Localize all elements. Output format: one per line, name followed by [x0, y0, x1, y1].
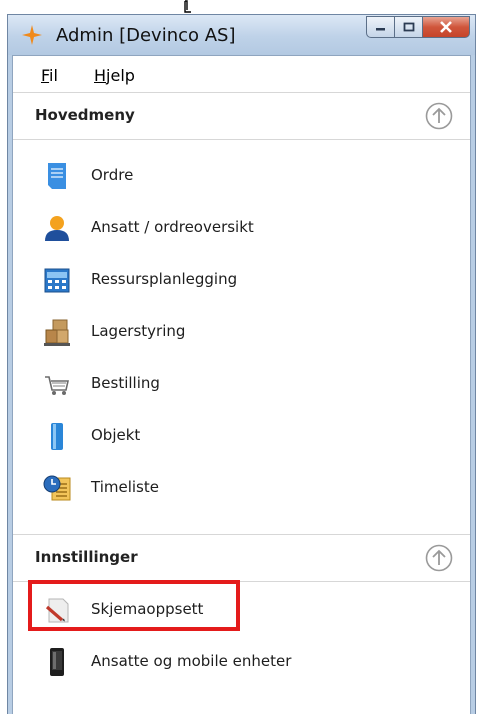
close-icon — [440, 21, 452, 33]
menu-item-bestilling[interactable]: Bestilling — [13, 358, 470, 410]
collapse-up-icon[interactable] — [424, 543, 454, 573]
menu-file-mnemonic: F — [41, 66, 50, 85]
highlight-box — [28, 580, 240, 631]
section-title: Innstillinger — [35, 548, 138, 566]
close-button[interactable] — [423, 16, 470, 38]
minimize-icon — [375, 28, 385, 31]
menu-item-label: Ordre — [91, 166, 134, 184]
menu-help[interactable]: Hjelp — [94, 66, 135, 85]
menu-item-label: Lagerstyring — [91, 322, 186, 340]
menu-item-label: Bestilling — [91, 374, 160, 392]
person-icon — [45, 216, 69, 241]
menu-item-label: Ansatte og mobile enheter — [91, 652, 292, 670]
section-header-innstillinger[interactable]: Innstillinger — [13, 534, 470, 582]
clock-list-icon — [43, 475, 71, 501]
menu-item-label: Objekt — [91, 426, 141, 444]
minimize-button[interactable] — [366, 16, 395, 38]
section-title: Hovedmeny — [35, 106, 135, 124]
maximize-button[interactable] — [395, 16, 423, 38]
menu-file-rest: il — [49, 66, 58, 85]
maximize-icon — [403, 22, 414, 32]
menu-help-mnemonic: H — [94, 66, 107, 85]
cylinder-icon — [51, 423, 63, 450]
menu-item-objekt[interactable]: Objekt — [13, 410, 470, 462]
title-bar[interactable]: Admin [Devinco AS] — [8, 15, 475, 55]
menu-help-rest: jelp — [106, 66, 135, 85]
menu-item-label: Ansatt / ordreoversikt — [91, 218, 254, 236]
calendar-icon — [44, 268, 70, 293]
warehouse-boxes-icon — [44, 319, 70, 346]
caption-buttons — [366, 16, 470, 38]
menu-item-ordre[interactable]: Ordre — [13, 150, 470, 202]
collapse-up-icon[interactable] — [424, 101, 454, 131]
mobile-phone-icon — [50, 648, 64, 676]
menu-item-label: Timeliste — [91, 478, 159, 496]
menu-bar: Fil Hjelp — [13, 56, 470, 92]
menu-item-ansatt[interactable]: Ansatt / ordreoversikt — [13, 202, 470, 254]
window-title: Admin [Devinco AS] — [56, 25, 236, 46]
document-icon — [48, 163, 66, 189]
menu-item-lagerstyring[interactable]: Lagerstyring — [13, 306, 470, 358]
menu-item-timeliste[interactable]: Timeliste — [13, 462, 470, 514]
menu-item-label: Ressursplanlegging — [91, 270, 238, 288]
app-star-icon — [22, 25, 42, 45]
section-header-hovedmeny[interactable]: Hovedmeny — [13, 92, 470, 140]
menu-file[interactable]: Fil — [41, 66, 58, 85]
menu-item-ressursplanlegging[interactable]: Ressursplanlegging — [13, 254, 470, 306]
shopping-cart-icon — [45, 376, 69, 395]
main-menu-list: Ordre Ansatt / ordreoversikt Ressursplan… — [13, 140, 470, 514]
menu-item-ansatte-mobile[interactable]: Ansatte og mobile enheter — [13, 636, 470, 688]
